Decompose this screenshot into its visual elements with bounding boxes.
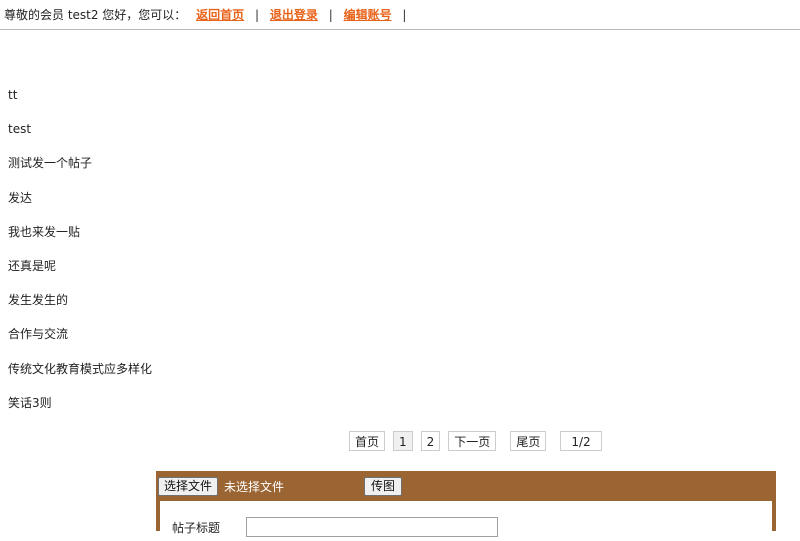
- upload-row: 选择文件 未选择文件 传图: [156, 471, 776, 501]
- page-info: 1/2: [560, 431, 602, 451]
- post-item[interactable]: 笑话3则: [8, 390, 152, 424]
- last-page-button[interactable]: 尾页: [510, 431, 547, 451]
- logout-link[interactable]: 退出登录: [270, 8, 318, 22]
- top-bar: 尊敬的会员 test2 您好，您可以： 返回首页 | 退出登录 | 编辑账号 |: [0, 0, 800, 30]
- post-item[interactable]: 传统文化教育模式应多样化: [8, 356, 152, 390]
- post-item[interactable]: test: [8, 116, 152, 150]
- post-item[interactable]: 发生发生的: [8, 287, 152, 321]
- post-item[interactable]: 我也来发一贴: [8, 219, 152, 253]
- form-body: 帖子标题: [160, 501, 772, 541]
- separator: |: [328, 8, 333, 22]
- home-link[interactable]: 返回首页: [196, 8, 244, 22]
- page-2-button[interactable]: 2: [420, 431, 441, 451]
- post-title-input[interactable]: [246, 517, 498, 537]
- post-item[interactable]: tt: [8, 82, 152, 116]
- post-list: tt test 测试发一个帖子 发达 我也来发一贴 还真是呢 发生发生的 合作与…: [8, 82, 152, 424]
- page-1-button[interactable]: 1: [393, 431, 413, 451]
- first-page-button[interactable]: 首页: [349, 431, 386, 451]
- separator: |: [254, 8, 260, 22]
- pagination: 首页 1 2 下一页 尾页 1/2: [349, 430, 602, 452]
- choose-file-button[interactable]: 选择文件: [158, 476, 219, 496]
- upload-image-button[interactable]: 传图: [364, 476, 403, 496]
- post-item[interactable]: 还真是呢: [8, 253, 152, 287]
- post-item[interactable]: 合作与交流: [8, 321, 152, 355]
- edit-account-link[interactable]: 编辑账号: [344, 8, 392, 22]
- post-form-panel: 选择文件 未选择文件 传图 帖子标题: [156, 471, 776, 541]
- post-item[interactable]: 测试发一个帖子: [8, 150, 152, 184]
- file-status-text: 未选择文件: [224, 479, 285, 494]
- separator: |: [402, 8, 407, 22]
- post-item[interactable]: 发达: [8, 185, 152, 219]
- greeting-text: 尊敬的会员 test2 您好，您可以：: [4, 8, 187, 22]
- next-page-button[interactable]: 下一页: [448, 431, 497, 451]
